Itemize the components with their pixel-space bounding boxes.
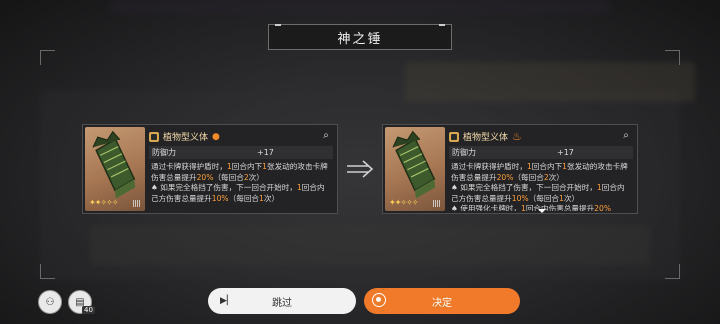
description-text: ♠ 使用强化卡牌时，: [451, 204, 521, 211]
team-icon: ⚇: [45, 296, 55, 308]
frame-corner: [665, 50, 680, 65]
skip-label: 跳过: [272, 297, 292, 309]
description-text: 通过卡牌获得护盾时，: [151, 162, 227, 171]
implant-type-icon: [449, 131, 459, 142]
card-description: 通过卡牌获得护盾时，1回合内下1张发动的攻击卡牌伤害总量提升20%（每回合2次）…: [151, 162, 331, 211]
deck-count-badge: 40: [82, 306, 95, 314]
equipment-card-current[interactable]: ✦✦✧✧✧ 植物型义体 ● ⌕ 防御力 +17 通过卡牌获得护盾时，1回合内下1…: [82, 124, 338, 214]
description-line: ♠ 如果完全格挡了伤害，下一回合开始时，1回合内己方伤害总量提升10%（每回合1…: [151, 183, 331, 204]
search-icon[interactable]: ⌕: [319, 129, 333, 143]
stat-row: 防御力 +17: [449, 146, 633, 159]
grid-icon: [133, 200, 141, 207]
stat-row: 防御力 +17: [149, 146, 333, 159]
page-title-text: 神之锤: [337, 31, 383, 47]
flame-icon: ♨: [512, 130, 522, 143]
team-button[interactable]: ⚇: [38, 290, 62, 314]
background-panel: [405, 62, 695, 102]
highlight-value: 20%: [196, 172, 214, 182]
confirm-button[interactable]: 决定: [364, 288, 520, 314]
description-line: 通过卡牌获得护盾时，1回合内下1张发动的攻击卡牌伤害总量提升20%（每回合2次）: [151, 162, 331, 183]
stat-value: +17: [557, 148, 574, 157]
rarity-stars: ✦✦✧✧✧: [389, 198, 418, 207]
frame-corner: [665, 264, 680, 279]
description-text: （每回合: [513, 172, 544, 182]
card-description[interactable]: 通过卡牌获得护盾时，1回合内下1张发动的攻击卡牌伤害总量提升20%（每回合2次）…: [451, 162, 631, 211]
confirm-circle-icon: [372, 293, 386, 307]
stat-label: 防御力: [152, 148, 176, 157]
description-text: （每回合: [213, 172, 244, 182]
scroll-indicator: [538, 209, 546, 213]
card-header: 植物型义体 ● ⌕: [149, 129, 333, 144]
description-text: 回合内下: [231, 162, 263, 171]
grid-icon: [433, 200, 441, 207]
highlight-value: 10%: [511, 193, 529, 203]
highlight-value: 10%: [211, 193, 229, 203]
rarity-stars: ✦✦✧✧✧: [89, 198, 118, 207]
description-text: 次）: [248, 172, 264, 182]
flame-icon: ●: [212, 131, 220, 142]
description-text: 回合内下: [531, 162, 563, 171]
highlight-value: 20%: [594, 204, 612, 211]
card-art: ✦✦✧✧✧: [385, 127, 445, 211]
description-text: ♠ 如果完全格挡了伤害，下一回合开始时，: [151, 183, 297, 193]
card-header: 植物型义体 ♨ ⌕: [449, 129, 633, 144]
description-text: 次）: [263, 193, 280, 203]
background-panel: [90, 225, 650, 265]
card-type-name: 植物型义体: [163, 133, 209, 143]
implant-type-icon: [149, 131, 159, 142]
page-title: 神之锤: [268, 24, 452, 50]
description-text: 通过卡牌获得护盾时，: [451, 162, 527, 171]
description-text: 次）: [548, 172, 564, 182]
background-panel: [110, 0, 610, 14]
skip-icon: ▶▏: [220, 296, 234, 306]
frame-corner: [40, 50, 55, 65]
description-text: （每回合: [528, 193, 560, 203]
skip-button[interactable]: ▶▏ 跳过: [208, 288, 356, 314]
search-icon[interactable]: ⌕: [619, 129, 633, 143]
confirm-label: 决定: [432, 297, 452, 309]
frame-corner: [40, 264, 55, 279]
stat-value: +17: [257, 148, 274, 157]
description-line: ♠ 如果完全格挡了伤害，下一回合开始时，1回合内己方伤害总量提升10%（每回合1…: [451, 183, 631, 204]
equipment-card-new[interactable]: ✦✦✧✧✧ 植物型义体 ♨ ⌕ 防御力 +17 通过卡牌获得护盾时，1回合内下1…: [382, 124, 638, 214]
description-line: 通过卡牌获得护盾时，1回合内下1张发动的攻击卡牌伤害总量提升20%（每回合2次）: [451, 162, 631, 183]
description-text: （每回合: [228, 193, 260, 203]
stat-label: 防御力: [452, 148, 476, 157]
arrow-right-icon: [347, 160, 374, 178]
description-text: 回合内伤害总量提升: [525, 204, 595, 211]
card-type-name: 植物型义体: [463, 133, 509, 143]
card-art: ✦✦✧✧✧: [85, 127, 145, 211]
description-text: 次）: [563, 193, 580, 203]
highlight-value: 20%: [496, 172, 514, 182]
description-text: ♠ 如果完全格挡了伤害，下一回合开始时，: [451, 183, 597, 193]
